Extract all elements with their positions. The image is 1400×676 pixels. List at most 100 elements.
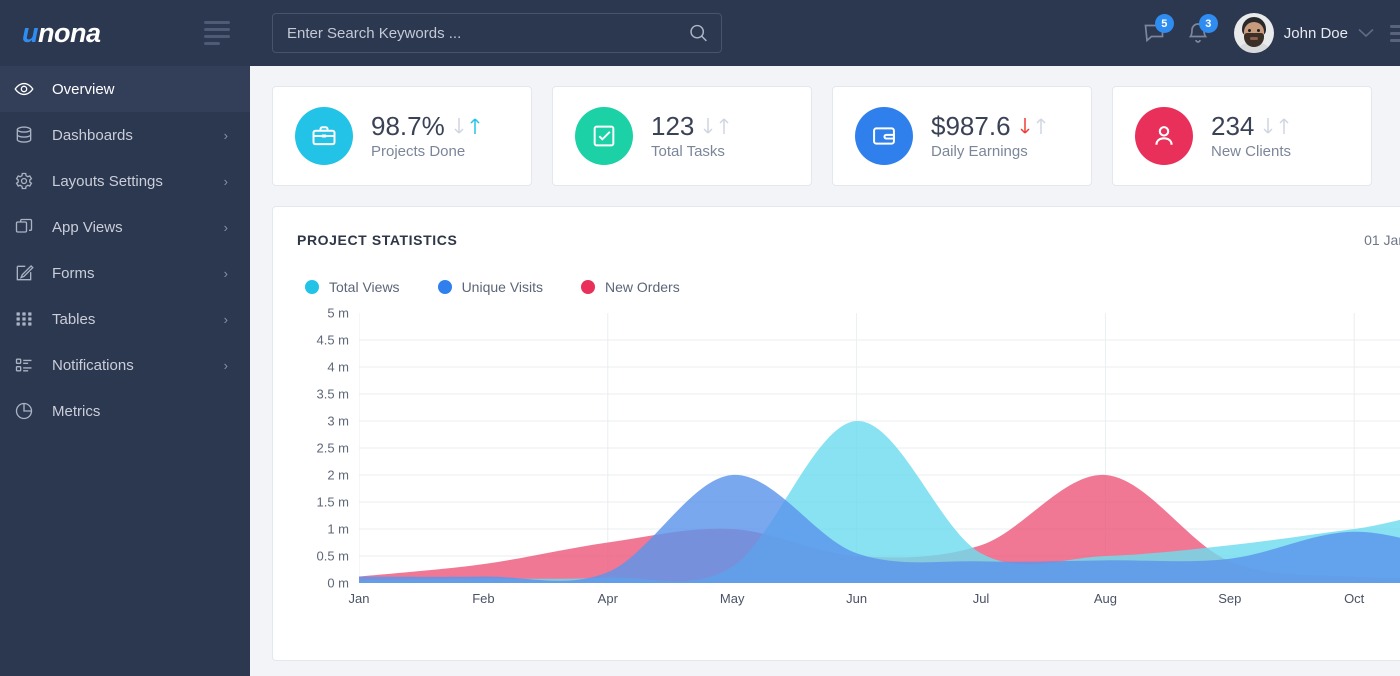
area-chart: 0 m0.5 m1 m1.5 m2 m2.5 m3 m3.5 m4 m4.5 m… bbox=[297, 313, 1400, 613]
messages-button[interactable]: 5 bbox=[1132, 11, 1176, 55]
stat-value: 123 bbox=[651, 112, 694, 141]
sidebar-item-label: Forms bbox=[52, 265, 224, 282]
x-axis-tick: Aug bbox=[1094, 591, 1117, 606]
sidebar-item-label: Overview bbox=[52, 81, 228, 98]
y-axis-tick: 4 m bbox=[327, 360, 349, 375]
sidebar-item-app-views[interactable]: App Views › bbox=[0, 204, 250, 250]
x-axis-labels: JanFebAprMayJunJulAugSepOctNovDec bbox=[359, 591, 1400, 615]
trend-arrows bbox=[701, 115, 732, 137]
sidebar-item-notifications[interactable]: Notifications › bbox=[0, 342, 250, 388]
sidebar-item-tables[interactable]: Tables › bbox=[0, 296, 250, 342]
logo-u: u bbox=[22, 18, 38, 48]
app-logo[interactable]: unona bbox=[22, 18, 101, 49]
trend-arrows bbox=[452, 115, 483, 137]
chart-svg bbox=[359, 313, 1400, 583]
chevron-down-icon bbox=[1358, 26, 1374, 41]
legend-item-new-orders[interactable]: New Orders bbox=[581, 279, 680, 295]
sidebar-item-forms[interactable]: Forms › bbox=[0, 250, 250, 296]
sidebar-item-label: Tables bbox=[52, 311, 224, 328]
pencil-square-icon bbox=[14, 263, 52, 283]
stat-label: Daily Earnings bbox=[931, 143, 1049, 160]
user-name: John Doe bbox=[1284, 25, 1348, 42]
date-range-selector[interactable]: 01 Jan 2019 - 31 Dec 2019 bbox=[1364, 232, 1400, 248]
y-axis-tick: 3 m bbox=[327, 414, 349, 429]
stat-card-projects-done[interactable]: 98.7% Projects Done bbox=[272, 86, 532, 186]
stat-label: Projects Done bbox=[371, 143, 483, 160]
wallet-icon bbox=[855, 107, 913, 165]
list-icon bbox=[14, 355, 52, 375]
right-panel-toggle-icon[interactable] bbox=[1390, 25, 1400, 42]
stat-card-total-tasks[interactable]: 123 Total Tasks bbox=[552, 86, 812, 186]
y-axis-tick: 0.5 m bbox=[316, 549, 349, 564]
database-icon bbox=[14, 125, 52, 145]
stat-card-text: 98.7% Projects Done bbox=[371, 112, 483, 161]
stat-card-value-row: $987.6 bbox=[931, 112, 1049, 141]
search-icon[interactable] bbox=[688, 23, 709, 44]
x-axis-tick: Jan bbox=[349, 591, 370, 606]
topbar-right: 5 3 John Doe bbox=[1132, 0, 1400, 66]
briefcase-icon bbox=[295, 107, 353, 165]
sidebar-collapse-icon[interactable] bbox=[204, 21, 230, 45]
y-axis-tick: 1 m bbox=[327, 522, 349, 537]
x-axis-tick: Jul bbox=[973, 591, 990, 606]
legend-dot bbox=[305, 280, 319, 294]
x-axis-tick: May bbox=[720, 591, 745, 606]
sidebar-item-label: Dashboards bbox=[52, 127, 224, 144]
main-area: 5 3 John Doe bbox=[250, 0, 1400, 676]
stat-card-daily-earnings[interactable]: $987.6 Daily Earnings bbox=[832, 86, 1092, 186]
chevron-right-icon: › bbox=[224, 313, 228, 326]
sidebar-item-label: Layouts Settings bbox=[52, 173, 224, 190]
sidebar-item-layouts-settings[interactable]: Layouts Settings › bbox=[0, 158, 250, 204]
x-axis-tick: Jun bbox=[846, 591, 867, 606]
legend-item-total-views[interactable]: Total Views bbox=[305, 279, 400, 295]
sidebar-brand-row: unona bbox=[0, 0, 250, 66]
date-range-label: 01 Jan 2019 - 31 Dec 2019 bbox=[1364, 232, 1400, 248]
notifications-button[interactable]: 3 bbox=[1176, 11, 1220, 55]
chart-legend: Total Views Unique Visits New Orders bbox=[297, 279, 1400, 295]
gear-icon bbox=[14, 171, 52, 191]
stat-card-text: $987.6 Daily Earnings bbox=[931, 112, 1049, 161]
chevron-right-icon: › bbox=[224, 359, 228, 372]
legend-label: Unique Visits bbox=[462, 279, 543, 295]
chevron-right-icon: › bbox=[224, 129, 228, 142]
topbar: 5 3 John Doe bbox=[250, 0, 1400, 66]
pie-chart-icon bbox=[14, 401, 52, 421]
chart-plot bbox=[359, 313, 1400, 583]
y-axis-labels: 0 m0.5 m1 m1.5 m2 m2.5 m3 m3.5 m4 m4.5 m… bbox=[297, 313, 349, 583]
y-axis-tick: 5 m bbox=[327, 306, 349, 321]
sidebar-item-label: Notifications bbox=[52, 357, 224, 374]
stat-value: $987.6 bbox=[931, 112, 1011, 141]
trend-arrows bbox=[1018, 115, 1049, 137]
legend-label: New Orders bbox=[605, 279, 680, 295]
project-statistics-panel: PROJECT STATISTICS 01 Jan 2019 - 31 Dec … bbox=[272, 206, 1400, 661]
sidebar: unona Overview Dashboards › bbox=[0, 0, 250, 676]
y-axis-tick: 2.5 m bbox=[316, 441, 349, 456]
stat-label: Total Tasks bbox=[651, 143, 732, 160]
sidebar-item-dashboards[interactable]: Dashboards › bbox=[0, 112, 250, 158]
sidebar-item-overview[interactable]: Overview bbox=[0, 66, 250, 112]
stat-card-text: 123 Total Tasks bbox=[651, 112, 732, 161]
sidebar-item-metrics[interactable]: Metrics bbox=[0, 388, 250, 434]
chevron-right-icon: › bbox=[224, 267, 228, 280]
logo-rest: nona bbox=[38, 18, 101, 48]
search-input[interactable] bbox=[273, 14, 721, 52]
dashboard-app: unona Overview Dashboards › bbox=[0, 0, 1400, 676]
x-axis-tick: Apr bbox=[598, 591, 618, 606]
panel-header: PROJECT STATISTICS 01 Jan 2019 - 31 Dec … bbox=[297, 227, 1400, 253]
x-axis-tick: Sep bbox=[1218, 591, 1241, 606]
stat-card-value-row: 123 bbox=[651, 112, 732, 141]
user-menu[interactable]: John Doe bbox=[1234, 13, 1374, 53]
stat-card-new-clients[interactable]: 234 New Clients bbox=[1112, 86, 1372, 186]
search-box[interactable] bbox=[272, 13, 722, 53]
user-icon bbox=[1135, 107, 1193, 165]
legend-dot bbox=[581, 280, 595, 294]
stat-card-value-row: 234 bbox=[1211, 112, 1292, 141]
y-axis-tick: 4.5 m bbox=[316, 333, 349, 348]
windows-icon bbox=[14, 217, 52, 237]
legend-item-unique-visits[interactable]: Unique Visits bbox=[438, 279, 543, 295]
y-axis-tick: 1.5 m bbox=[316, 495, 349, 510]
stat-value: 234 bbox=[1211, 112, 1254, 141]
grid-icon bbox=[14, 309, 52, 329]
stat-cards: 98.7% Projects Done bbox=[272, 86, 1400, 186]
legend-label: Total Views bbox=[329, 279, 400, 295]
